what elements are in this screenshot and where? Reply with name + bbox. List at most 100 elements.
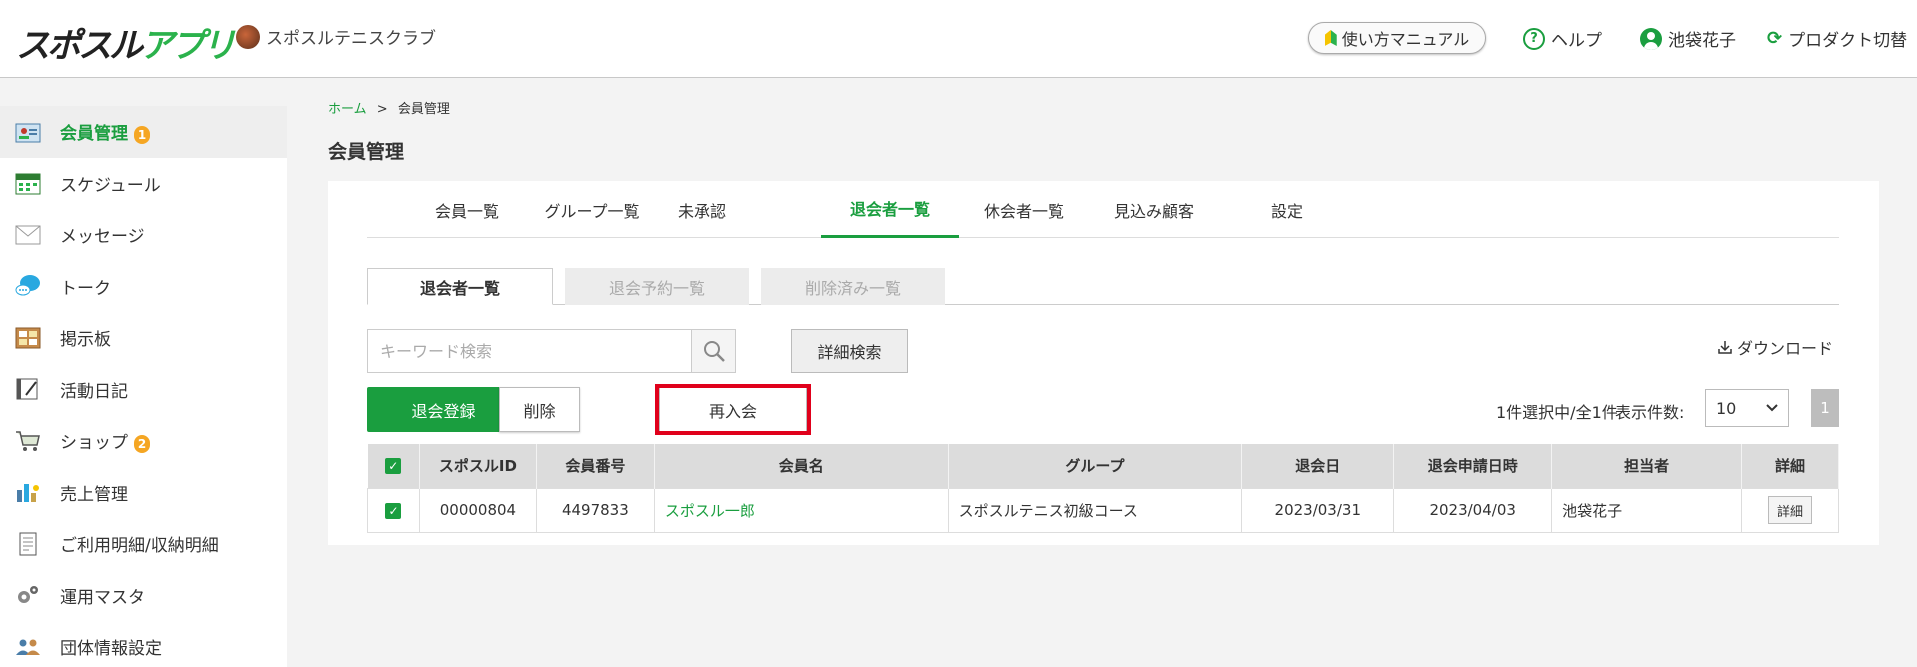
manual-button[interactable]: 使い方マニュアル — [1308, 22, 1486, 54]
receipt-icon — [14, 531, 42, 557]
subtab-scheduled-withdrawal[interactable]: 退会予約一覧 — [565, 268, 749, 305]
envelope-icon — [14, 222, 42, 248]
sidebar-item-messages[interactable]: メッセージ — [0, 209, 287, 261]
sidebar-item-label: ショップ — [60, 433, 128, 454]
page-title: 会員管理 — [328, 141, 405, 163]
manual-label: 使い方マニュアル — [1341, 30, 1470, 49]
tab-withdrawn-list[interactable]: 退会者一覧 — [821, 181, 959, 238]
chevron-down-icon — [1766, 404, 1778, 412]
col-header: 会員番号 — [536, 444, 655, 488]
cell-staff: 池袋花子 — [1551, 487, 1742, 533]
row-checkbox[interactable]: ✓ — [385, 502, 402, 519]
product-switch-link[interactable]: ⟳ プロダクト切替 — [1767, 26, 1907, 51]
diary-icon — [14, 376, 42, 402]
member-name-link[interactable]: スポスル一郎 — [665, 502, 755, 520]
per-page-label: 表示件数: — [1615, 403, 1685, 422]
breadcrumb-separator: > — [376, 102, 388, 117]
keyword-search — [367, 329, 736, 373]
user-name: 池袋花子 — [1668, 31, 1736, 51]
tab-member-list[interactable]: 会員一覧 — [412, 181, 522, 238]
member-card-icon — [14, 119, 42, 145]
calendar-icon — [14, 170, 42, 196]
sidebar-item-talk[interactable]: トーク — [0, 261, 287, 313]
download-link[interactable]: ダウンロード — [1718, 335, 1833, 359]
per-page-select[interactable]: 10 — [1705, 389, 1789, 427]
sidebar-item-members[interactable]: 会員管理 1 — [0, 106, 287, 158]
withdraw-register-button[interactable]: 退会登録 — [367, 387, 520, 432]
sidebar-item-label: ご利用明細/収納明細 — [60, 536, 219, 557]
detail-search-button[interactable]: 詳細検索 — [791, 329, 908, 373]
sub-tabs: 退会者一覧 退会予約一覧 削除済み一覧 — [367, 268, 1839, 305]
sidebar-item-shop[interactable]: ショップ 2 — [0, 415, 287, 467]
sidebar-item-label: メッセージ — [60, 227, 145, 248]
gear-icon — [14, 582, 42, 608]
sidebar-item-label: 会員管理 — [60, 124, 128, 145]
app-logo[interactable]: スポスルアプリ — [16, 18, 236, 67]
top-header: スポスルアプリ スポスルテニスクラブ 使い方マニュアル ? ヘルプ 池袋花子 ⟳… — [0, 0, 1917, 78]
tab-group-list[interactable]: グループ一覧 — [522, 181, 662, 238]
search-icon — [703, 341, 725, 362]
delete-button[interactable]: 削除 — [499, 387, 580, 432]
selection-count: 1件選択中/全1件 — [1496, 403, 1618, 422]
sidebar-item-label: トーク — [60, 278, 111, 299]
notification-badge: 2 — [134, 435, 150, 454]
subtab-deleted[interactable]: 削除済み一覧 — [761, 268, 945, 305]
help-link[interactable]: ? ヘルプ — [1523, 26, 1602, 51]
sidebar-item-label: 掲示板 — [60, 330, 111, 351]
keyword-search-input[interactable] — [368, 330, 691, 372]
sidebar-item-organization[interactable]: 団体情報設定 — [0, 621, 287, 667]
table-row: ✓ 00000804 4497833 スポスル一郎 スポスルテニス初級コース 2… — [367, 487, 1840, 533]
main-panel: 会員一覧 グループ一覧 未承認 退会者一覧 休会者一覧 見込み顧客 設定 退会者… — [328, 181, 1879, 545]
breadcrumb-home-link[interactable]: ホーム — [328, 102, 367, 117]
breadcrumb-current: 会員管理 — [397, 102, 450, 117]
logo-text-accent: アプリ — [140, 26, 236, 66]
select-all-cell: ✓ — [367, 444, 420, 488]
sidebar: 会員管理 1 スケジュール メッセージ トーク 掲示板 活動日記 ショップ 2 — [0, 106, 287, 667]
logo-text-main: スポスル — [16, 26, 143, 66]
sidebar-item-label: 団体情報設定 — [60, 639, 162, 660]
main-tabs: 会員一覧 グループ一覧 未承認 退会者一覧 休会者一覧 見込み顧客 設定 — [367, 181, 1839, 238]
group-icon — [14, 634, 42, 660]
product-switch-label: プロダクト切替 — [1788, 31, 1908, 51]
cell-leave-date: 2023/03/31 — [1241, 487, 1395, 533]
download-label: ダウンロード — [1736, 339, 1833, 358]
sidebar-item-bulletin[interactable]: 掲示板 — [0, 312, 287, 364]
speech-bubble-icon — [14, 273, 42, 299]
cell-group: スポスルテニス初級コース — [947, 487, 1243, 533]
col-header: 担当者 — [1551, 444, 1742, 488]
sidebar-item-master[interactable]: 運用マスタ — [0, 570, 287, 622]
cell-sposuru-id: 00000804 — [418, 487, 537, 533]
withdrawn-members-table: ✓ スポスルID 会員番号 会員名 グループ 退会日 退会申請日時 担当者 詳細… — [367, 444, 1840, 533]
cell-applied-date: 2023/04/03 — [1393, 487, 1553, 533]
row-detail-button[interactable]: 詳細 — [1767, 496, 1812, 524]
user-menu[interactable]: 池袋花子 — [1640, 26, 1736, 51]
row-select-cell: ✓ — [367, 487, 420, 533]
sidebar-item-diary[interactable]: 活動日記 — [0, 364, 287, 416]
download-icon — [1718, 341, 1732, 354]
per-page-value: 10 — [1716, 398, 1737, 418]
search-button[interactable] — [691, 330, 735, 372]
beginner-leaf-icon — [1324, 30, 1337, 46]
club-avatar-icon — [236, 24, 260, 49]
tab-suspended-list[interactable]: 休会者一覧 — [959, 181, 1089, 238]
sidebar-item-schedule[interactable]: スケジュール — [0, 158, 287, 210]
subtab-withdrawn[interactable]: 退会者一覧 — [367, 268, 553, 305]
club-selector[interactable]: スポスルテニスクラブ — [236, 24, 436, 49]
select-all-checkbox[interactable]: ✓ — [385, 458, 402, 475]
sidebar-item-label: 売上管理 — [60, 484, 128, 505]
col-header: 退会申請日時 — [1393, 444, 1553, 488]
sales-chart-icon — [14, 479, 42, 505]
sidebar-item-sales[interactable]: 売上管理 — [0, 467, 287, 519]
col-header: スポスルID — [419, 444, 537, 488]
col-header: 会員名 — [654, 444, 949, 488]
sidebar-item-label: 運用マスタ — [60, 587, 145, 608]
user-icon — [1640, 27, 1662, 50]
page-number[interactable]: 1 — [1811, 389, 1839, 427]
col-header: グループ — [948, 444, 1243, 488]
tab-settings[interactable]: 設定 — [1247, 181, 1327, 238]
table-header-row: ✓ スポスルID 会員番号 会員名 グループ 退会日 退会申請日時 担当者 詳細 — [367, 444, 1840, 488]
sidebar-item-receipts[interactable]: ご利用明細/収納明細 — [0, 518, 287, 570]
tab-unapproved[interactable]: 未承認 — [662, 181, 742, 238]
tab-prospects[interactable]: 見込み顧客 — [1089, 181, 1219, 238]
rejoin-button[interactable]: 再入会 — [659, 387, 807, 432]
